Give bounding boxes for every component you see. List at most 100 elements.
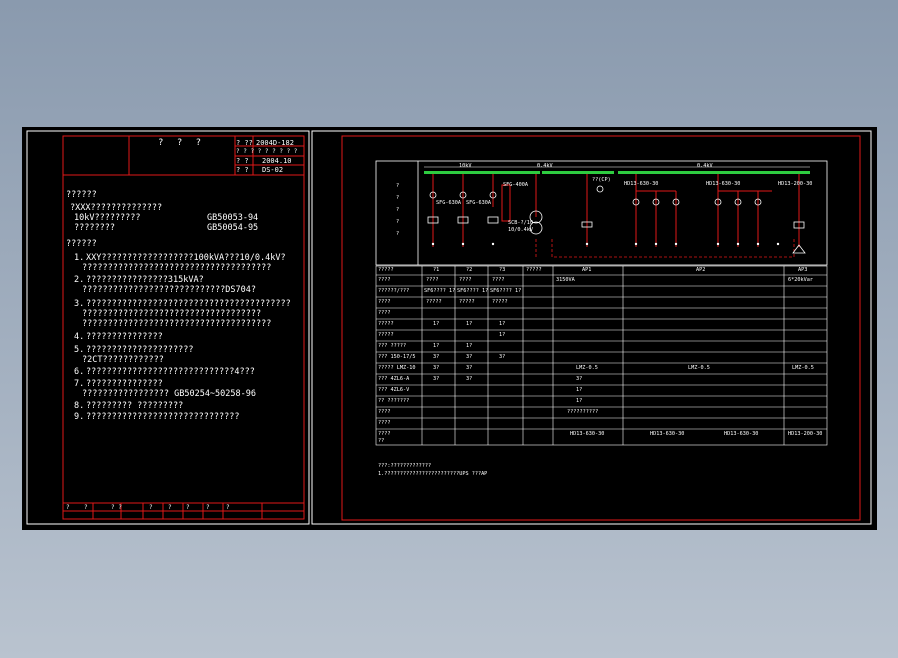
table-cell: 3? (466, 365, 473, 371)
notes-item-line: ??????????????? (86, 332, 163, 342)
title-block-row2-label: ? ? ? ? ? ? ? ? ? (236, 148, 298, 155)
table-row-label: ??? 150-17/5 (378, 354, 416, 360)
table-cell: 3? (433, 365, 440, 371)
notes-item-line: ????????????????315kVA? (86, 275, 204, 285)
notes-item-number: 1. (74, 253, 85, 263)
notes-standard: GB50054-95 (207, 223, 259, 233)
notes-section1-line: ???????? (74, 223, 115, 233)
notes-item-line: ?????????????????????????????? (86, 412, 240, 422)
lv-cabinet-label: HD13-630-30 (706, 181, 741, 187)
table-cell: SF6???? 1? (424, 288, 456, 294)
notes-section1-line: 10kV????????? (74, 213, 141, 223)
switchgear-symbols (427, 185, 806, 254)
feeder-lines (432, 174, 800, 247)
table-header-cell: AP2 (696, 267, 706, 273)
table-cell: ???? (492, 277, 505, 283)
table-row-label: ???? (378, 310, 391, 316)
bus-label: 10kV (459, 163, 472, 169)
notes-section1-heading: ?????? (66, 190, 97, 200)
notes-item-number: 3. (74, 299, 85, 309)
table-cell: 3150VA (556, 277, 575, 283)
table-cell: 1? (576, 387, 583, 393)
table-row-label: ???? (378, 431, 391, 437)
table-cell: 1? (466, 343, 473, 349)
table-cell: HD13-200-30 (788, 431, 823, 437)
table-cell: 3? (433, 354, 440, 360)
diagram-side-label: ? (396, 195, 400, 201)
notes-item-line: ????????????????????????????????????? (82, 319, 272, 329)
table-cell: HD13-630-30 (650, 431, 685, 437)
bottom-strip-cell: ? (84, 504, 88, 511)
bottom-strip-cell: ? (66, 504, 70, 511)
table-header-cell: ?2 (466, 267, 473, 273)
diagram-side-label: ? (396, 183, 400, 189)
table-cell: 1? (576, 398, 583, 404)
notes-item-line: ?2CT???????????? (82, 355, 164, 365)
table-row-label: ???? (378, 409, 391, 415)
notes-section1-line: ?XXX?????????????? (70, 203, 163, 213)
notes-item-line: ????????????????????????????????????? (82, 263, 272, 273)
table-cell: 1? (466, 321, 473, 327)
title-block-row4-value: DS-02 (262, 166, 284, 174)
table-row-label: ???? (378, 277, 391, 283)
table-row-label: ????? LMZ-10 (378, 365, 416, 371)
title-block-row3-label: ? ? (236, 157, 249, 165)
table-cell: 3? (466, 376, 473, 382)
bus-label: 0.4kV (537, 163, 553, 169)
table-row-label: ??? 4ZL6-V (378, 387, 410, 393)
drawing-footnote: 1.????????????????????????UPS ???AP (378, 471, 488, 477)
table-cell: HD13-630-30 (570, 431, 605, 437)
table-header-cell: ?3 (499, 267, 506, 273)
bottom-strip-cell: ? (186, 504, 190, 511)
busbars (424, 166, 810, 174)
notes-standard: GB50053-94 (207, 213, 259, 223)
drawing-footnote: ???:????????????? (378, 463, 432, 469)
notes-item-line: ??????????????? (86, 379, 163, 389)
notes-item-line: ????????????????? GB50254~50258-96 (82, 389, 256, 399)
table-cell: ???? (426, 277, 439, 283)
transformer-label: SCB-?/10 (508, 220, 533, 226)
notes-item-line: ????????? ????????? (86, 401, 184, 411)
table-header-cell: ????? (378, 267, 394, 273)
notes-item-number: 2. (74, 275, 85, 285)
table-cell: 6*20kVar (788, 277, 813, 283)
table-cell: 3? (433, 376, 440, 382)
lv-cabinet-label: HD13-200-30 (778, 181, 813, 187)
table-cell: ????? (426, 299, 442, 305)
hv-cabinet-label: SFG-630A (466, 200, 491, 206)
table-cell: LMZ-0.5 (688, 365, 710, 371)
notes-item-line: XXY??????????????????100kVA???10/0.4kV? (86, 253, 286, 263)
table-row-label: ??? ????? (378, 343, 407, 349)
title-block-row1-label: ? ?? (236, 139, 253, 147)
bottom-strip-cell: ? (226, 504, 230, 511)
table-cell: SF6???? 1? (457, 288, 489, 294)
title-block-row3-value: 2004.10 (262, 157, 292, 165)
notes-item-line: ????????????????????????????DS704? (82, 285, 256, 295)
diagram-side-label: ? (396, 207, 400, 213)
lv-cabinet-label: HD13-630-30 (624, 181, 659, 187)
bottom-strip-cell: ? (149, 504, 153, 511)
cad-drawing-canvas: ? ? ? ? ?? 2004D-182 ? ? ? ? ? ? ? ? ? ?… (22, 127, 877, 530)
notes-item-number: 6. (74, 367, 85, 377)
table-row-label: ????? (378, 321, 394, 327)
transformer-label: 10/0.4kV (508, 227, 533, 233)
notes-item-number: 7. (74, 379, 85, 389)
table-row-label: ?? ??????? (378, 398, 410, 404)
table-header-cell: ????? (526, 267, 542, 273)
table-header-cell: AP1 (582, 267, 592, 273)
notes-item-number: 4. (74, 332, 85, 342)
ground-markers (431, 242, 780, 246)
bottom-strip-cell: ? ? (111, 504, 122, 511)
table-row-label: ??????/??? (378, 288, 410, 294)
title-block-row4-label: ? ? (236, 166, 249, 174)
table-header-cell: AP3 (798, 267, 808, 273)
table-cell: 3? (466, 354, 473, 360)
notes-item-line: ?????????????????????????????4??? (86, 367, 255, 377)
diagram-side-label: ? (396, 219, 400, 225)
table-cell: 1? (433, 343, 440, 349)
table-cell: ???? (459, 277, 472, 283)
table-cell: 1? (433, 321, 440, 327)
notes-item-line: ????????????????????? (86, 345, 194, 355)
dashed-lines (535, 239, 795, 258)
notes-item-number: 8. (74, 401, 85, 411)
